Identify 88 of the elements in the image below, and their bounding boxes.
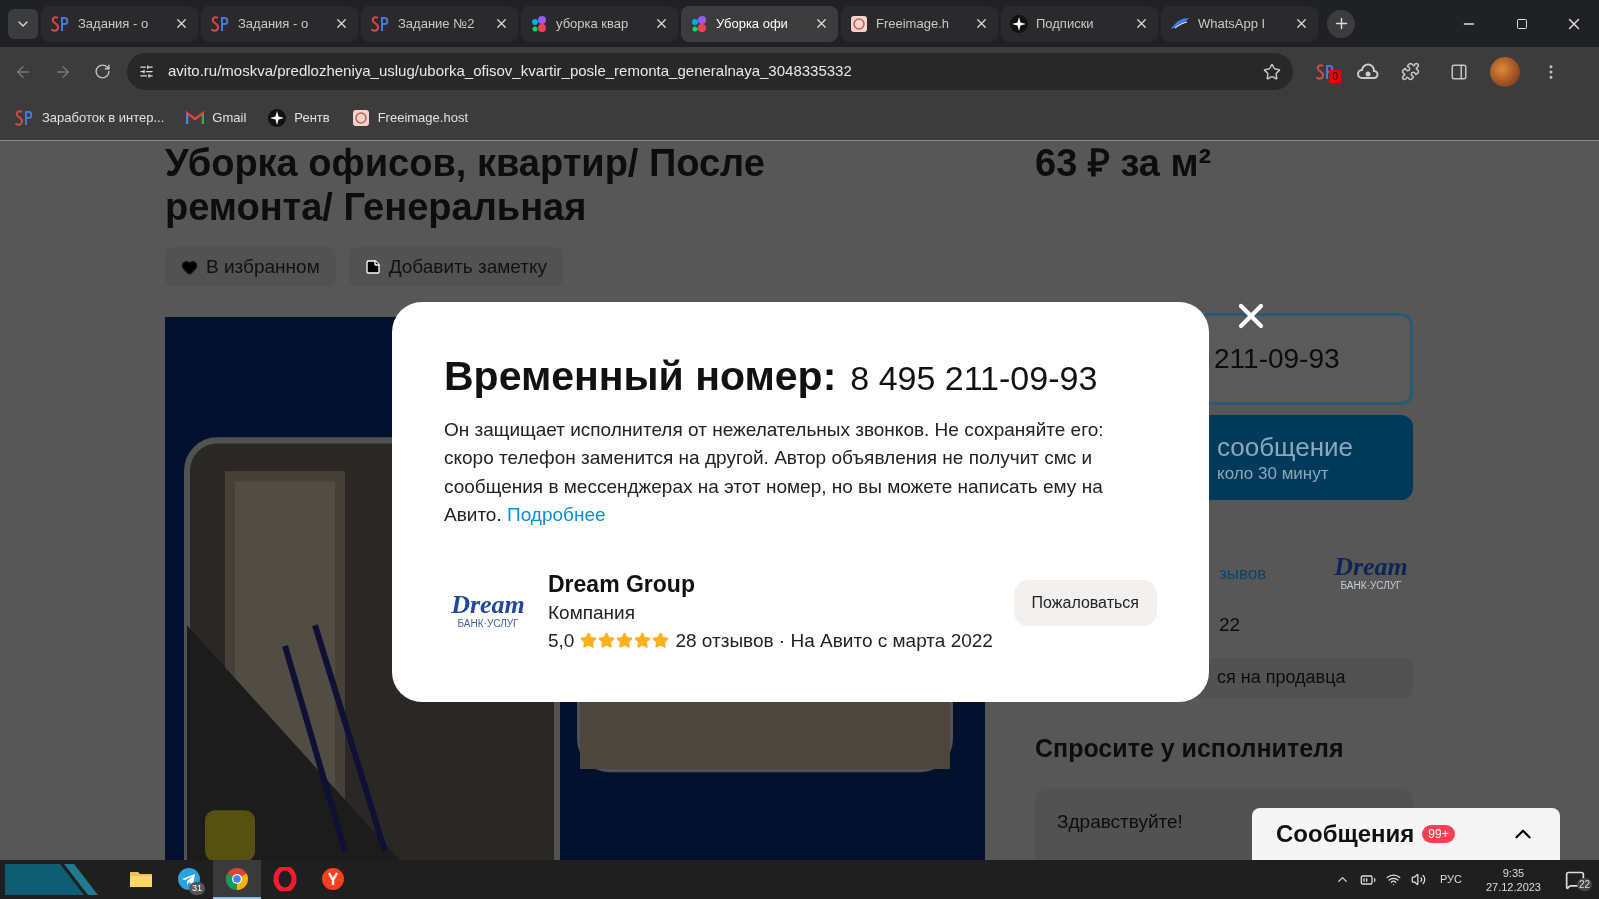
taskbar-app[interactable]: 31 <box>165 860 213 899</box>
y-logo-icon <box>321 866 345 891</box>
taskbar-app[interactable] <box>213 860 261 899</box>
browser-tab[interactable]: уборка квар <box>521 5 678 42</box>
close-icon[interactable] <box>334 16 349 31</box>
ring-logo-icon <box>273 866 297 891</box>
unread-badge: 99+ <box>1422 825 1455 843</box>
seller-name[interactable]: Dream Group <box>548 568 998 599</box>
tab-title: Freeimage.h <box>876 14 950 33</box>
new-tab-button[interactable] <box>1327 9 1355 38</box>
browser-logo-icon <box>225 866 249 891</box>
close-icon[interactable] <box>814 16 829 31</box>
mail-logo-icon <box>186 111 205 125</box>
close-icon[interactable] <box>974 16 989 31</box>
tab-title: Задания - о <box>238 14 310 33</box>
listing-title: Уборка офисов, квартир/ После ремонта/ Генеральная <box>165 141 766 229</box>
star-icon <box>652 632 670 649</box>
sp-logo-icon <box>14 109 34 127</box>
language-indicator[interactable]: РУС <box>1439 871 1462 888</box>
browser-tab[interactable]: Задания - о <box>201 5 358 42</box>
wing-logo-icon <box>1170 16 1190 31</box>
sp-logo-icon <box>370 14 390 33</box>
note-icon <box>364 259 381 275</box>
address-bar[interactable]: avito.ru/moskva/predlozheniya_uslug/uborka_ofisov_kvartir_posle_remonta_generalnaya_3048335332 <box>127 53 1293 90</box>
close-icon[interactable] <box>654 16 669 31</box>
extension-badge: 0 <box>1329 69 1341 83</box>
star-icon <box>580 632 598 649</box>
browser-tab[interactable]: Freeimage.h <box>841 5 998 42</box>
close-icon[interactable] <box>1294 16 1309 31</box>
bookmark-item[interactable]: Рентв <box>268 108 330 128</box>
heart-icon <box>181 258 198 276</box>
sp-logo-icon <box>1315 62 1335 81</box>
seller-type: Компания <box>548 600 636 625</box>
close-icon[interactable] <box>1134 16 1149 31</box>
tab-title: WhatsApp I <box>1198 14 1267 33</box>
clock[interactable]: 9:35 27.12.2023 <box>1485 865 1541 894</box>
avatar[interactable] <box>1490 56 1520 87</box>
ask-heading: Спросите у исполнителя <box>1035 732 1345 763</box>
wifi-icon[interactable] <box>1385 872 1401 887</box>
browser-tab[interactable]: Задание №2 <box>361 5 518 42</box>
complain-button[interactable]: Пожаловаться <box>1013 579 1157 626</box>
extensions-icon[interactable] <box>1401 62 1420 81</box>
close-icon[interactable] <box>174 16 189 31</box>
messenger-title: Сообщения <box>1276 819 1415 849</box>
tab-title: Уборка офи <box>716 14 789 33</box>
close-icon[interactable] <box>494 16 509 31</box>
browser-tab[interactable]: Уборка офи <box>681 5 838 42</box>
tab-title: Подписки <box>1036 14 1095 33</box>
dots-logo-icon <box>690 14 708 33</box>
browser-tab[interactable]: WhatsApp I <box>1161 5 1318 42</box>
more-link[interactable]: Подробнее <box>507 504 606 525</box>
tab-title: Задания - о <box>78 14 150 33</box>
tab-title: уборка квар <box>556 14 630 33</box>
volume-icon[interactable] <box>1410 872 1426 887</box>
sparkle-icon <box>1010 14 1028 33</box>
sparkle-icon <box>268 109 287 127</box>
sp-logo-icon <box>210 14 230 33</box>
dots-logo-icon <box>530 14 548 33</box>
messages-dialog[interactable]: Сообщения 99+ <box>1252 808 1560 860</box>
seller-meta: 28 отзывов · На Авито с марта 2022 <box>675 628 993 653</box>
star-icon <box>598 632 616 649</box>
dialog-title: Временный номер: <box>444 352 837 401</box>
restore-icon[interactable] <box>1516 17 1528 30</box>
reload-icon[interactable] <box>94 63 111 80</box>
price: 63 ₽ за м² <box>1035 141 1213 185</box>
paper-plane-icon <box>177 866 201 891</box>
bookmark-star-icon[interactable] <box>1263 62 1281 81</box>
image-logo-icon <box>850 14 868 33</box>
star-icon <box>616 632 634 649</box>
cloud-icon[interactable] <box>1357 62 1379 81</box>
company-logo: Dream БАНК·УСЛУГ <box>1333 554 1409 593</box>
since-text: 22 <box>1218 612 1242 637</box>
badge: 31 <box>189 882 205 895</box>
bookmark-item[interactable]: Gmail <box>186 108 247 128</box>
browser-tab[interactable]: Подписки <box>1001 5 1158 42</box>
tab-list-button[interactable] <box>8 8 38 39</box>
star-icon <box>634 632 652 649</box>
site-settings-icon[interactable] <box>139 64 154 79</box>
notification-count: 22 <box>1576 877 1592 891</box>
rating-value: 5,0 <box>548 628 575 653</box>
side-panel-icon[interactable] <box>1450 62 1468 81</box>
bookmark-item[interactable]: Freeimage.host <box>351 108 468 128</box>
sp-logo-icon <box>50 14 70 33</box>
image-logo-icon <box>351 109 370 127</box>
browser-tab[interactable]: Задания - о <box>41 5 198 42</box>
tab-title: Задание №2 <box>398 14 476 33</box>
url-text: avito.ru/moskva/predlozheniya_uslug/uborka_ofisov_kvartir_posle_remonta_generalnaya_3048335332 <box>168 61 853 82</box>
bookmark-item[interactable]: Заработок в интер... <box>14 108 165 128</box>
